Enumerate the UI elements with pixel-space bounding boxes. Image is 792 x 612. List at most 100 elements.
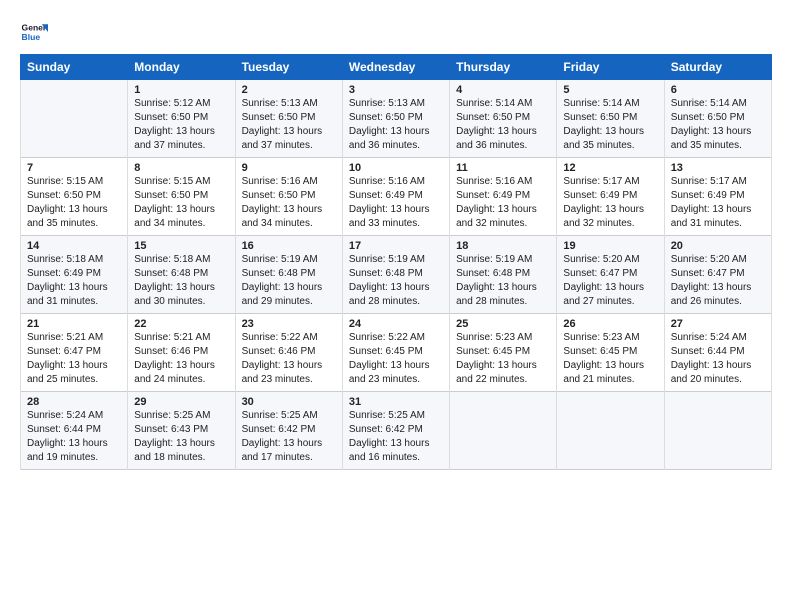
day-number: 10 <box>349 162 443 174</box>
cell-w5-d1: 28Sunrise: 5:24 AM Sunset: 6:44 PM Dayli… <box>21 392 128 470</box>
day-number: 28 <box>27 396 121 408</box>
day-number: 14 <box>27 240 121 252</box>
cell-data: Sunrise: 5:14 AM Sunset: 6:50 PM Dayligh… <box>671 97 765 153</box>
day-number: 1 <box>134 84 228 96</box>
cell-w1-d1 <box>21 80 128 158</box>
cell-w4-d4: 24Sunrise: 5:22 AM Sunset: 6:45 PM Dayli… <box>342 314 449 392</box>
day-number: 15 <box>134 240 228 252</box>
cell-data: Sunrise: 5:13 AM Sunset: 6:50 PM Dayligh… <box>349 97 443 153</box>
week-row-4: 21Sunrise: 5:21 AM Sunset: 6:47 PM Dayli… <box>21 314 772 392</box>
day-number: 18 <box>456 240 550 252</box>
header: General Blue <box>20 18 772 46</box>
cell-w1-d2: 1Sunrise: 5:12 AM Sunset: 6:50 PM Daylig… <box>128 80 235 158</box>
cell-data: Sunrise: 5:22 AM Sunset: 6:46 PM Dayligh… <box>242 331 336 387</box>
cell-w4-d1: 21Sunrise: 5:21 AM Sunset: 6:47 PM Dayli… <box>21 314 128 392</box>
col-header-tuesday: Tuesday <box>235 55 342 80</box>
day-number: 8 <box>134 162 228 174</box>
cell-data: Sunrise: 5:17 AM Sunset: 6:49 PM Dayligh… <box>671 175 765 231</box>
cell-data: Sunrise: 5:16 AM Sunset: 6:49 PM Dayligh… <box>349 175 443 231</box>
day-number: 3 <box>349 84 443 96</box>
day-number: 6 <box>671 84 765 96</box>
cell-w5-d4: 31Sunrise: 5:25 AM Sunset: 6:42 PM Dayli… <box>342 392 449 470</box>
cell-data: Sunrise: 5:17 AM Sunset: 6:49 PM Dayligh… <box>563 175 657 231</box>
cell-w1-d6: 5Sunrise: 5:14 AM Sunset: 6:50 PM Daylig… <box>557 80 664 158</box>
cell-w5-d2: 29Sunrise: 5:25 AM Sunset: 6:43 PM Dayli… <box>128 392 235 470</box>
header-row: SundayMondayTuesdayWednesdayThursdayFrid… <box>21 55 772 80</box>
cell-w3-d4: 17Sunrise: 5:19 AM Sunset: 6:48 PM Dayli… <box>342 236 449 314</box>
cell-w1-d5: 4Sunrise: 5:14 AM Sunset: 6:50 PM Daylig… <box>450 80 557 158</box>
cell-w2-d1: 7Sunrise: 5:15 AM Sunset: 6:50 PM Daylig… <box>21 158 128 236</box>
day-number: 19 <box>563 240 657 252</box>
day-number: 23 <box>242 318 336 330</box>
cell-data: Sunrise: 5:24 AM Sunset: 6:44 PM Dayligh… <box>671 331 765 387</box>
cell-data: Sunrise: 5:15 AM Sunset: 6:50 PM Dayligh… <box>134 175 228 231</box>
cell-data: Sunrise: 5:24 AM Sunset: 6:44 PM Dayligh… <box>27 409 121 465</box>
cell-data: Sunrise: 5:23 AM Sunset: 6:45 PM Dayligh… <box>456 331 550 387</box>
day-number: 21 <box>27 318 121 330</box>
col-header-wednesday: Wednesday <box>342 55 449 80</box>
cell-data: Sunrise: 5:19 AM Sunset: 6:48 PM Dayligh… <box>349 253 443 309</box>
col-header-friday: Friday <box>557 55 664 80</box>
cell-w2-d7: 13Sunrise: 5:17 AM Sunset: 6:49 PM Dayli… <box>664 158 771 236</box>
col-header-saturday: Saturday <box>664 55 771 80</box>
day-number: 26 <box>563 318 657 330</box>
svg-text:General: General <box>22 22 48 32</box>
cell-w4-d6: 26Sunrise: 5:23 AM Sunset: 6:45 PM Dayli… <box>557 314 664 392</box>
calendar-table: SundayMondayTuesdayWednesdayThursdayFrid… <box>20 54 772 470</box>
day-number: 13 <box>671 162 765 174</box>
day-number: 7 <box>27 162 121 174</box>
page: General Blue SundayMondayTuesdayWednesda… <box>0 0 792 480</box>
day-number: 25 <box>456 318 550 330</box>
cell-w4-d7: 27Sunrise: 5:24 AM Sunset: 6:44 PM Dayli… <box>664 314 771 392</box>
logo: General Blue <box>20 18 50 46</box>
cell-w1-d3: 2Sunrise: 5:13 AM Sunset: 6:50 PM Daylig… <box>235 80 342 158</box>
day-number: 11 <box>456 162 550 174</box>
cell-w2-d2: 8Sunrise: 5:15 AM Sunset: 6:50 PM Daylig… <box>128 158 235 236</box>
col-header-monday: Monday <box>128 55 235 80</box>
cell-w5-d7 <box>664 392 771 470</box>
cell-data: Sunrise: 5:21 AM Sunset: 6:46 PM Dayligh… <box>134 331 228 387</box>
day-number: 17 <box>349 240 443 252</box>
cell-data: Sunrise: 5:25 AM Sunset: 6:42 PM Dayligh… <box>349 409 443 465</box>
cell-data: Sunrise: 5:16 AM Sunset: 6:49 PM Dayligh… <box>456 175 550 231</box>
cell-w2-d5: 11Sunrise: 5:16 AM Sunset: 6:49 PM Dayli… <box>450 158 557 236</box>
cell-w4-d2: 22Sunrise: 5:21 AM Sunset: 6:46 PM Dayli… <box>128 314 235 392</box>
cell-data: Sunrise: 5:21 AM Sunset: 6:47 PM Dayligh… <box>27 331 121 387</box>
cell-w4-d5: 25Sunrise: 5:23 AM Sunset: 6:45 PM Dayli… <box>450 314 557 392</box>
cell-data: Sunrise: 5:25 AM Sunset: 6:42 PM Dayligh… <box>242 409 336 465</box>
cell-w3-d5: 18Sunrise: 5:19 AM Sunset: 6:48 PM Dayli… <box>450 236 557 314</box>
day-number: 29 <box>134 396 228 408</box>
cell-w5-d5 <box>450 392 557 470</box>
cell-data: Sunrise: 5:19 AM Sunset: 6:48 PM Dayligh… <box>242 253 336 309</box>
cell-data: Sunrise: 5:12 AM Sunset: 6:50 PM Dayligh… <box>134 97 228 153</box>
day-number: 5 <box>563 84 657 96</box>
logo-icon: General Blue <box>20 18 48 46</box>
cell-w5-d6 <box>557 392 664 470</box>
day-number: 27 <box>671 318 765 330</box>
cell-w3-d6: 19Sunrise: 5:20 AM Sunset: 6:47 PM Dayli… <box>557 236 664 314</box>
cell-w1-d4: 3Sunrise: 5:13 AM Sunset: 6:50 PM Daylig… <box>342 80 449 158</box>
day-number: 16 <box>242 240 336 252</box>
cell-w5-d3: 30Sunrise: 5:25 AM Sunset: 6:42 PM Dayli… <box>235 392 342 470</box>
cell-w4-d3: 23Sunrise: 5:22 AM Sunset: 6:46 PM Dayli… <box>235 314 342 392</box>
cell-w3-d3: 16Sunrise: 5:19 AM Sunset: 6:48 PM Dayli… <box>235 236 342 314</box>
week-row-5: 28Sunrise: 5:24 AM Sunset: 6:44 PM Dayli… <box>21 392 772 470</box>
week-row-3: 14Sunrise: 5:18 AM Sunset: 6:49 PM Dayli… <box>21 236 772 314</box>
cell-w1-d7: 6Sunrise: 5:14 AM Sunset: 6:50 PM Daylig… <box>664 80 771 158</box>
col-header-sunday: Sunday <box>21 55 128 80</box>
cell-data: Sunrise: 5:25 AM Sunset: 6:43 PM Dayligh… <box>134 409 228 465</box>
day-number: 20 <box>671 240 765 252</box>
cell-data: Sunrise: 5:18 AM Sunset: 6:48 PM Dayligh… <box>134 253 228 309</box>
cell-w3-d1: 14Sunrise: 5:18 AM Sunset: 6:49 PM Dayli… <box>21 236 128 314</box>
col-header-thursday: Thursday <box>450 55 557 80</box>
cell-data: Sunrise: 5:15 AM Sunset: 6:50 PM Dayligh… <box>27 175 121 231</box>
day-number: 22 <box>134 318 228 330</box>
cell-data: Sunrise: 5:14 AM Sunset: 6:50 PM Dayligh… <box>456 97 550 153</box>
cell-w3-d7: 20Sunrise: 5:20 AM Sunset: 6:47 PM Dayli… <box>664 236 771 314</box>
cell-data: Sunrise: 5:18 AM Sunset: 6:49 PM Dayligh… <box>27 253 121 309</box>
day-number: 12 <box>563 162 657 174</box>
day-number: 31 <box>349 396 443 408</box>
day-number: 30 <box>242 396 336 408</box>
day-number: 4 <box>456 84 550 96</box>
cell-w2-d3: 9Sunrise: 5:16 AM Sunset: 6:50 PM Daylig… <box>235 158 342 236</box>
